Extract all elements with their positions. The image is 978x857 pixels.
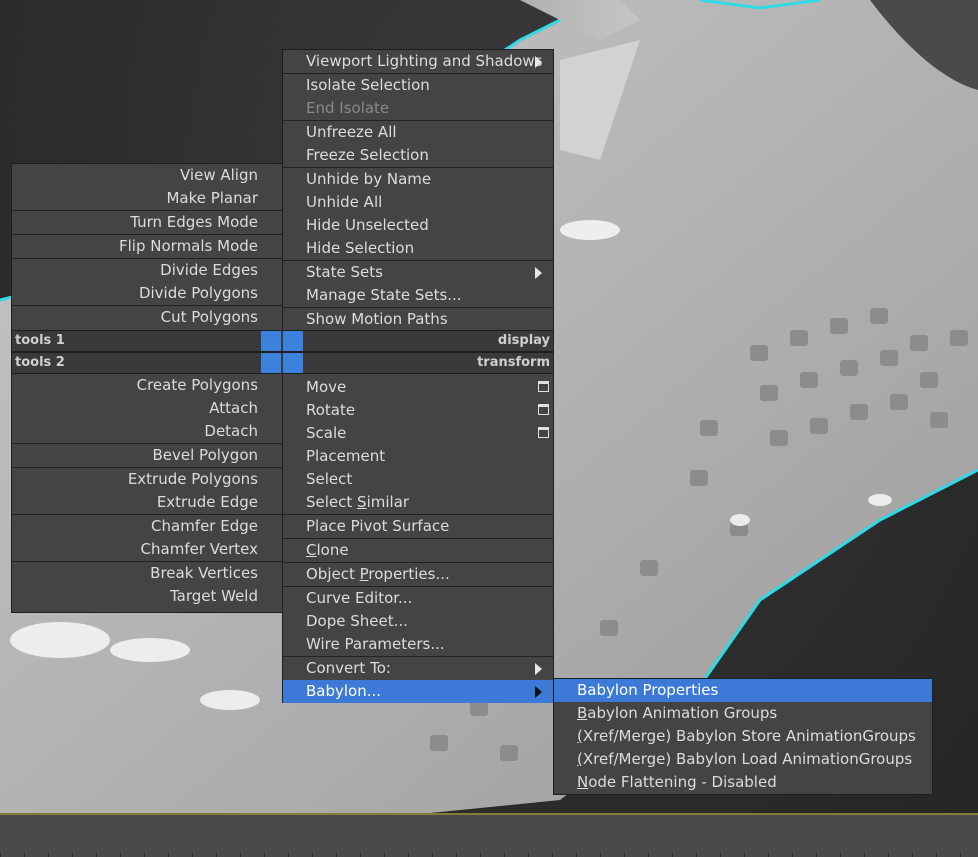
quad-bar-tools1-display: tools 1 display xyxy=(11,330,554,352)
menu-item-target-weld[interactable]: Target Weld xyxy=(12,585,282,608)
settings-box-icon[interactable] xyxy=(538,381,549,392)
submenu-arrow-icon xyxy=(535,663,542,675)
menu-item-bevel-polygon[interactable]: Bevel Polygon xyxy=(12,444,282,467)
menu-item-extrude-polygons[interactable]: Extrude Polygons xyxy=(12,468,282,491)
menu-item-label: roperties... xyxy=(368,565,450,583)
menu-item-isolate-selection[interactable]: Isolate Selection xyxy=(283,74,553,97)
menu-item-divide-polygons[interactable]: Divide Polygons xyxy=(12,282,282,305)
quad-label-transform[interactable]: transform xyxy=(477,353,550,373)
quad-square-display[interactable] xyxy=(283,331,303,351)
menu-item-divide-edges[interactable]: Divide Edges xyxy=(12,259,282,282)
quad-menu-tools: View Align Make Planar Turn Edges Mode F… xyxy=(11,163,283,613)
menu-item-object-properties[interactable]: Object Properties... xyxy=(283,563,553,586)
menu-item-freeze-selection[interactable]: Freeze Selection xyxy=(283,144,553,167)
menu-item-store-animation-groups[interactable]: (Xref/Merge) Babylon Store AnimationGrou… xyxy=(554,725,932,748)
menu-item-hide-selection[interactable]: Hide Selection xyxy=(283,237,553,260)
menu-item-mnemonic: S xyxy=(357,493,367,511)
menu-item-mnemonic: N xyxy=(577,773,589,791)
menu-item-create-polygons[interactable]: Create Polygons xyxy=(12,374,282,397)
menu-item-select[interactable]: Select xyxy=(283,468,553,491)
menu-item-label: Xref/Merge) Babylon Load AnimationGroups xyxy=(582,750,913,768)
timeline-ticks xyxy=(0,853,978,857)
quad-square-transform[interactable] xyxy=(283,353,303,373)
menu-item-unhide-all[interactable]: Unhide All xyxy=(283,191,553,214)
quad-label-tools1[interactable]: tools 1 xyxy=(15,331,65,351)
menu-item-break-vertices[interactable]: Break Vertices xyxy=(12,562,282,585)
menu-item-unfreeze-all[interactable]: Unfreeze All xyxy=(283,121,553,144)
menu-item-label: Move xyxy=(306,378,347,396)
menu-item-place-pivot-surface[interactable]: Place Pivot Surface xyxy=(283,515,553,538)
menu-item-label: Xref/Merge) Babylon Store AnimationGroup… xyxy=(582,727,916,745)
menu-item-cut-polygons[interactable]: Cut Polygons xyxy=(12,306,282,329)
menu-item-babylon-properties[interactable]: Babylon Properties xyxy=(554,679,932,702)
menu-item-convert-to[interactable]: Convert To: xyxy=(283,657,553,680)
menu-item-turn-edges-mode[interactable]: Turn Edges Mode xyxy=(12,211,282,234)
menu-item-viewport-lighting[interactable]: Viewport Lighting and Shadows xyxy=(283,50,553,73)
menu-item-label: ode Flattening - Disabled xyxy=(588,773,777,791)
submenu-arrow-icon xyxy=(535,56,542,68)
quad-label-display[interactable]: display xyxy=(498,331,550,351)
menu-item-babylon-animation-groups[interactable]: Babylon Animation Groups xyxy=(554,702,932,725)
submenu-arrow-icon xyxy=(535,686,542,698)
menu-item-label: State Sets xyxy=(306,263,383,281)
menu-item-mnemonic: C xyxy=(306,541,317,559)
menu-item-load-animation-groups[interactable]: (Xref/Merge) Babylon Load AnimationGroup… xyxy=(554,748,932,771)
menu-item-clone[interactable]: Clone xyxy=(283,539,553,562)
settings-box-icon[interactable] xyxy=(538,427,549,438)
menu-item-label: Object xyxy=(306,565,360,583)
menu-item-label: abylon Animation Groups xyxy=(587,704,778,722)
quad-square-tools2[interactable] xyxy=(261,353,281,373)
quad-label-tools2[interactable]: tools 2 xyxy=(15,353,65,373)
menu-item-mnemonic: B xyxy=(577,704,588,722)
submenu-arrow-icon xyxy=(535,267,542,279)
menu-item-attach[interactable]: Attach xyxy=(12,397,282,420)
menu-item-state-sets[interactable]: State Sets xyxy=(283,261,553,284)
menu-item-extrude-edge[interactable]: Extrude Edge xyxy=(12,491,282,514)
menu-item-select-similar[interactable]: Select Similar xyxy=(283,491,553,514)
menu-item-hide-unselected[interactable]: Hide Unselected xyxy=(283,214,553,237)
menu-item-curve-editor[interactable]: Curve Editor... xyxy=(283,587,553,610)
menu-item-rotate[interactable]: Rotate xyxy=(283,399,553,422)
menu-item-chamfer-edge[interactable]: Chamfer Edge xyxy=(12,515,282,538)
menu-item-flip-normals-mode[interactable]: Flip Normals Mode xyxy=(12,235,282,258)
menu-item-label: Select xyxy=(306,493,358,511)
menu-item-label: Convert To: xyxy=(306,659,391,677)
menu-item-label: Babylon... xyxy=(306,682,382,700)
menu-item-scale[interactable]: Scale xyxy=(283,422,553,445)
menu-item-end-isolate: End Isolate xyxy=(306,99,390,117)
babylon-submenu: Babylon Properties Babylon Animation Gro… xyxy=(553,678,933,795)
menu-item-move[interactable]: Move xyxy=(283,376,553,399)
menu-item-babylon[interactable]: Babylon... xyxy=(283,680,553,703)
menu-item-placement[interactable]: Placement xyxy=(283,445,553,468)
menu-item-label: lone xyxy=(316,541,349,559)
quad-bar-tools2-transform: tools 2 transform xyxy=(11,352,554,374)
menu-item-make-planar[interactable]: Make Planar xyxy=(12,187,282,210)
menu-item-dope-sheet[interactable]: Dope Sheet... xyxy=(283,610,553,633)
menu-item-label: Scale xyxy=(306,424,347,442)
menu-item-node-flattening[interactable]: Node Flattening - Disabled xyxy=(554,771,932,794)
menu-item-unhide-by-name[interactable]: Unhide by Name xyxy=(283,168,553,191)
quad-square-tools1[interactable] xyxy=(261,331,281,351)
menu-item-label: Viewport Lighting and Shadows xyxy=(306,52,543,70)
menu-item-show-motion-paths[interactable]: Show Motion Paths xyxy=(283,308,553,331)
menu-item-detach[interactable]: Detach xyxy=(12,420,282,443)
menu-item-view-align[interactable]: View Align xyxy=(12,164,282,187)
quad-menu-display-transform: Viewport Lighting and Shadows Isolate Se… xyxy=(282,49,554,703)
menu-item-label: Rotate xyxy=(306,401,356,419)
menu-item-wire-parameters[interactable]: Wire Parameters... xyxy=(283,633,553,656)
settings-box-icon[interactable] xyxy=(538,404,549,415)
menu-item-label: imilar xyxy=(366,493,410,511)
menu-item-manage-state-sets[interactable]: Manage State Sets... xyxy=(283,284,553,307)
timeline-bar[interactable] xyxy=(0,813,978,857)
menu-item-chamfer-vertex[interactable]: Chamfer Vertex xyxy=(12,538,282,561)
